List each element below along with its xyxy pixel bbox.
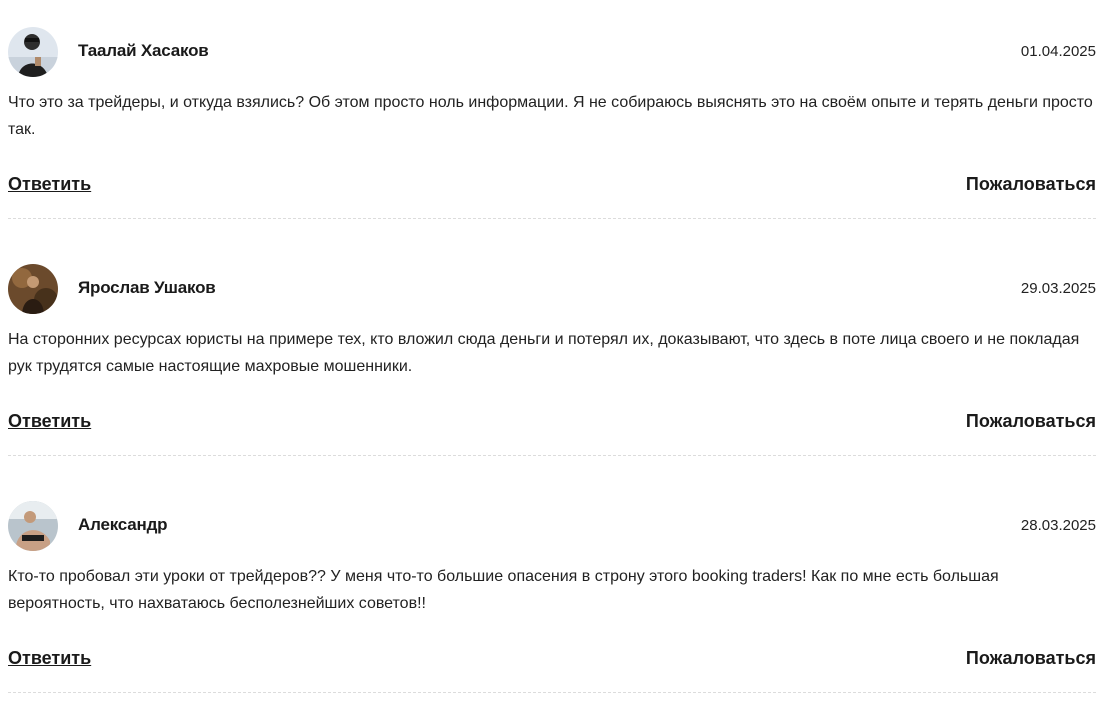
comment-text: На сторонних ресурсах юристы на примере … [8,331,1080,375]
avatar [8,501,58,551]
avatar-photo-icon [8,27,58,77]
report-link[interactable]: Пожаловаться [966,174,1096,195]
comment-actions: Ответить Пожаловаться [8,411,1096,435]
avatar [8,27,58,77]
comment-text: Что это за трейдеры, и откуда взялись? О… [8,94,1093,138]
comment-actions: Ответить Пожаловаться [8,648,1096,672]
comment-item: Ярослав Ушаков 29.03.2025 На сторонних р… [8,264,1096,456]
report-link[interactable]: Пожаловаться [966,411,1096,432]
avatar-photo-icon [8,264,58,314]
comment-item: Александр 28.03.2025 Кто-то пробовал эти… [8,501,1096,693]
report-link[interactable]: Пожаловаться [966,648,1096,669]
comment-header: Таалай Хасаков 01.04.2025 [8,27,1096,77]
avatar [8,264,58,314]
comment-actions: Ответить Пожаловаться [8,174,1096,198]
avatar-photo-icon [8,501,58,551]
comments-list: Таалай Хасаков 01.04.2025 Что это за тре… [8,0,1096,693]
comment-header: Александр 28.03.2025 [8,501,1096,551]
author-name: Ярослав Ушаков [78,278,216,297]
comment-date: 01.04.2025 [1020,43,1096,60]
comment-date: 29.03.2025 [1020,280,1096,297]
comment-item: Таалай Хасаков 01.04.2025 Что это за тре… [8,27,1096,219]
comment-date: 28.03.2025 [1020,517,1096,534]
author-name: Александр [78,515,168,534]
comment-text: Кто-то пробовал эти уроки от трейдеров??… [8,568,999,612]
reply-link[interactable]: Ответить [8,648,91,669]
reply-link[interactable]: Ответить [8,174,91,195]
author-name: Таалай Хасаков [78,41,209,60]
reply-link[interactable]: Ответить [8,411,91,432]
comment-header: Ярослав Ушаков 29.03.2025 [8,264,1096,314]
